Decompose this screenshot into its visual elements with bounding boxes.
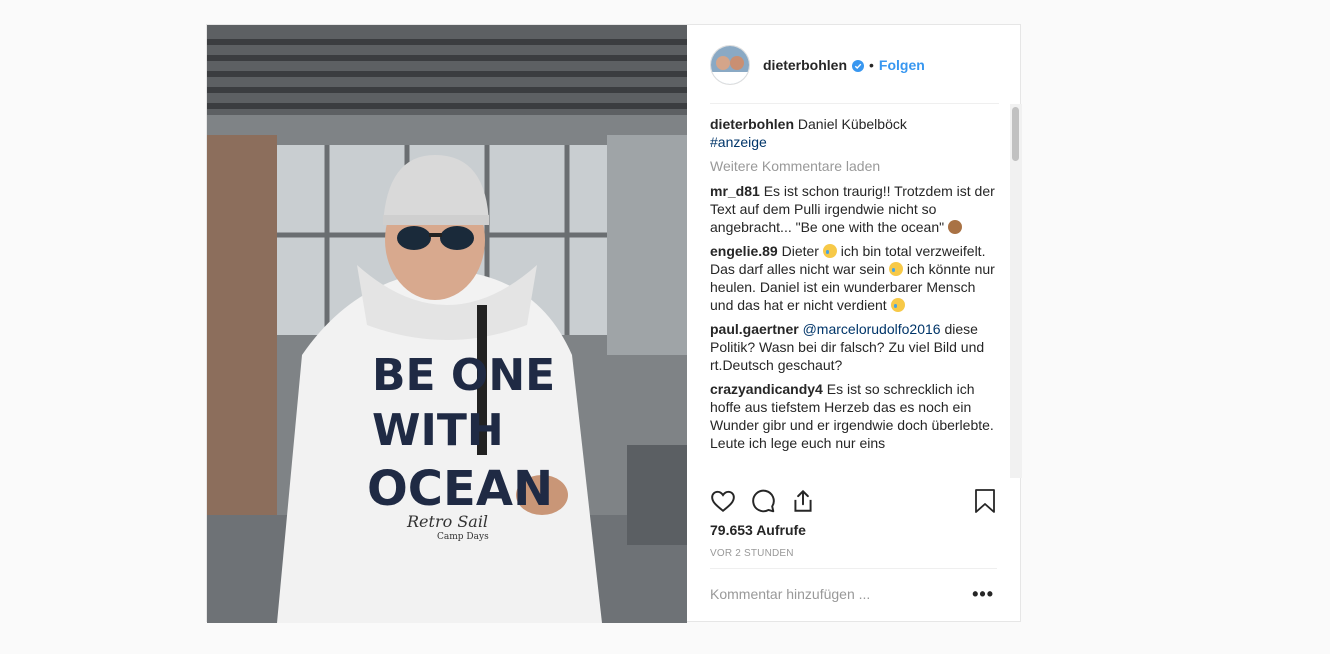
scrollbar-thumb[interactable] bbox=[1012, 107, 1019, 161]
comment-item: paul.gaertner @marcelorudolfo2016 diese … bbox=[710, 320, 1000, 374]
caption-text: Daniel Kübelböck bbox=[797, 116, 907, 132]
crying-face-emoji bbox=[890, 298, 905, 312]
more-options-button[interactable]: ••• bbox=[972, 584, 994, 605]
crying-face-emoji bbox=[822, 244, 837, 258]
crying-face-emoji bbox=[888, 262, 903, 276]
mention-link[interactable]: @marcelorudolfo2016 bbox=[803, 321, 941, 337]
svg-text:WITH: WITH bbox=[372, 405, 504, 456]
caption-username[interactable]: dieterbohlen bbox=[710, 116, 794, 132]
share-icon[interactable] bbox=[790, 488, 816, 514]
bookmark-icon[interactable] bbox=[973, 488, 997, 514]
svg-text:BE ONE: BE ONE bbox=[372, 350, 555, 401]
comment-username[interactable]: mr_d81 bbox=[710, 183, 760, 199]
svg-text:OCEAN: OCEAN bbox=[367, 461, 553, 517]
comments-scrollbar[interactable] bbox=[1010, 104, 1022, 478]
video-player[interactable]: BE ONE WITH OCEAN Retro Sail Camp Days bbox=[207, 25, 687, 623]
header-separator: • bbox=[869, 56, 874, 73]
divider bbox=[710, 103, 999, 104]
comments-list: dieterbohlen Daniel Kübelböck #anzeige W… bbox=[710, 115, 1000, 478]
post-container: BE ONE WITH OCEAN Retro Sail Camp Days d… bbox=[206, 24, 1022, 623]
header-username[interactable]: dieterbohlen bbox=[763, 57, 847, 73]
follow-button[interactable]: Folgen bbox=[879, 57, 925, 73]
comment-item: crazyandicandy4 Es ist so schrecklich ic… bbox=[710, 380, 1000, 452]
post-sidebar: dieterbohlen • Folgen dieterbohlen Danie… bbox=[687, 25, 1022, 621]
post-header: dieterbohlen • Folgen bbox=[687, 25, 1020, 104]
comment-username[interactable]: paul.gaertner bbox=[710, 321, 799, 337]
comment-username[interactable]: engelie.89 bbox=[710, 243, 778, 259]
comment-text: Dieter bbox=[781, 243, 819, 259]
heart-icon[interactable] bbox=[710, 488, 736, 514]
post-timestamp[interactable]: VOR 2 STUNDEN bbox=[710, 548, 794, 559]
avatar[interactable] bbox=[710, 44, 750, 85]
verified-badge-icon bbox=[852, 59, 865, 72]
svg-text:Retro Sail: Retro Sail bbox=[406, 512, 488, 531]
video-frame: BE ONE WITH OCEAN Retro Sail Camp Days bbox=[207, 25, 687, 623]
view-count: 79.653 Aufrufe bbox=[710, 522, 806, 538]
comment-item: engelie.89 Dieter ich bin total verzweif… bbox=[710, 242, 1000, 314]
comment-item: mr_d81 Es ist schon traurig!! Trotzdem i… bbox=[710, 182, 1000, 236]
add-comment-input[interactable]: Kommentar hinzufügen ... bbox=[710, 586, 870, 602]
action-bar bbox=[710, 488, 997, 518]
see-no-evil-monkey-emoji bbox=[948, 220, 962, 234]
comment-icon[interactable] bbox=[750, 488, 776, 514]
svg-text:Camp Days: Camp Days bbox=[437, 532, 489, 542]
divider bbox=[710, 568, 997, 569]
load-more-comments[interactable]: Weitere Kommentare laden bbox=[710, 157, 1000, 175]
comment-username[interactable]: crazyandicandy4 bbox=[710, 381, 823, 397]
caption: dieterbohlen Daniel Kübelböck #anzeige bbox=[710, 115, 1000, 151]
hashtag-link[interactable]: #anzeige bbox=[710, 134, 767, 150]
